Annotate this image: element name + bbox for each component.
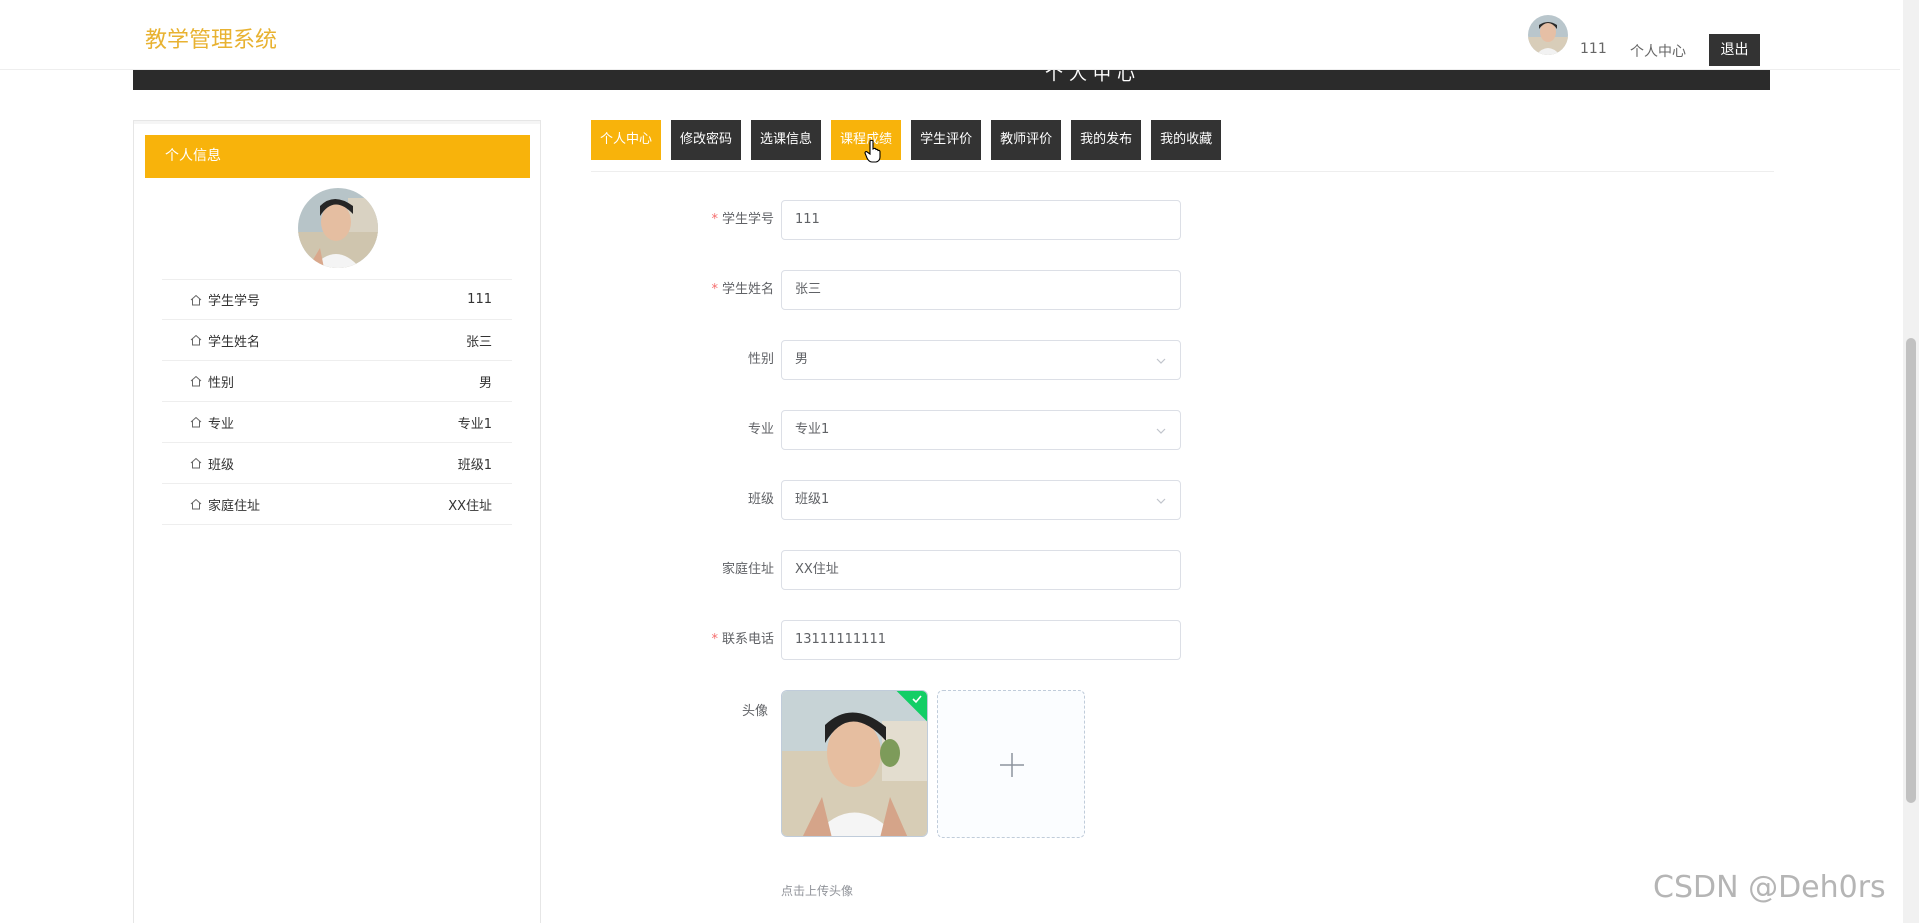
phone-label-text: 联系电话 (721, 632, 774, 647)
phone-input[interactable]: 13111111111 (781, 620, 1181, 660)
info-row-student-name: 学生姓名 张三 (162, 320, 512, 361)
sidebar-avatar (298, 188, 378, 268)
home-icon (190, 375, 202, 387)
profile-sidebar: 个人信息 学生学号 111 学生姓名 张三 性别 男 专业 专业1 班级 班级1… (133, 120, 541, 923)
student-id-label: * 学生学号 (711, 200, 774, 240)
header-username[interactable]: 111 (1580, 41, 1607, 57)
info-label: 班级 (208, 457, 235, 473)
home-icon (190, 416, 202, 428)
chevron-down-icon (1156, 358, 1166, 364)
required-mark: * (711, 632, 718, 647)
avatar-photo-icon (1528, 15, 1568, 55)
gender-select[interactable]: 男 (781, 340, 1181, 380)
info-value: 男 (478, 375, 492, 391)
form-row-class: 班级 班级1 (660, 480, 1182, 520)
student-id-input[interactable]: 111 (781, 200, 1181, 240)
form-row-student-id: * 学生学号 111 (660, 200, 1182, 240)
info-label: 学生学号 (208, 294, 261, 309)
uploaded-avatar-thumbnail[interactable] (781, 690, 928, 837)
info-label: 学生姓名 (208, 334, 261, 350)
class-label: 班级 (747, 492, 774, 507)
required-mark: * (711, 212, 718, 227)
student-id-label-text: 学生学号 (721, 212, 774, 227)
info-row-class: 班级 班级1 (162, 443, 512, 484)
student-name-input[interactable]: 张三 (781, 270, 1181, 310)
site-logo[interactable]: 教学管理系统 (145, 22, 277, 54)
page-banner: 个人中心 (133, 70, 1770, 90)
tab-personal-center[interactable]: 个人中心 (591, 120, 662, 160)
plus-icon (1000, 753, 1024, 777)
profile-info-list: 学生学号 111 学生姓名 张三 性别 男 专业 专业1 班级 班级1 家庭住址… (162, 279, 512, 525)
header-personal-center-link[interactable]: 个人中心 (1630, 41, 1686, 61)
avatar-photo-icon (782, 691, 927, 836)
student-name-label-text: 学生姓名 (721, 282, 774, 297)
top-header: 教学管理系统 111 个人中心 退出 (0, 0, 1900, 70)
form-row-student-name: * 学生姓名 张三 (660, 270, 1182, 310)
info-value: XX住址 (448, 498, 492, 514)
info-row-address: 家庭住址 XX住址 (162, 484, 512, 525)
gender-label: 性别 (747, 352, 774, 367)
student-name-label: * 学生姓名 (711, 270, 774, 310)
class-select[interactable]: 班级1 (781, 480, 1181, 520)
major-label: 专业 (747, 422, 774, 437)
required-mark: * (711, 282, 718, 297)
page-scrollbar[interactable] (1903, 0, 1919, 923)
major-select-value: 专业1 (795, 422, 830, 437)
tab-course-selection[interactable]: 选课信息 (751, 120, 822, 160)
info-row-major: 专业 专业1 (162, 402, 512, 443)
logout-button[interactable]: 退出 (1709, 34, 1760, 66)
watermark: CSDN @Deh0rs (1653, 870, 1886, 905)
gender-select-value: 男 (795, 352, 809, 367)
address-label: 家庭住址 (721, 562, 774, 577)
chevron-down-icon (1156, 498, 1166, 504)
tab-student-evaluation[interactable]: 学生评价 (911, 120, 982, 160)
info-label: 专业 (208, 416, 235, 432)
info-value: 111 (467, 292, 492, 307)
address-input[interactable]: XX住址 (781, 550, 1181, 590)
info-row-gender: 性别 男 (162, 361, 512, 402)
home-icon (190, 334, 202, 346)
form-row-avatar: 头像 (660, 690, 1260, 850)
class-select-value: 班级1 (795, 492, 830, 507)
scrollbar-thumb[interactable] (1906, 338, 1916, 803)
chevron-down-icon (1156, 428, 1166, 434)
avatar-upload-hint: 点击上传头像 (781, 884, 854, 898)
home-icon (190, 294, 202, 306)
sidebar-top-shade (134, 121, 540, 124)
tab-my-favorites[interactable]: 我的收藏 (1151, 120, 1222, 160)
tab-teacher-evaluation[interactable]: 教师评价 (991, 120, 1062, 160)
info-value: 班级1 (457, 457, 492, 473)
avatar-photo-icon (298, 188, 378, 268)
sidebar-title: 个人信息 (145, 135, 530, 178)
form-row-phone: * 联系电话 13111111111 (660, 620, 1182, 660)
form-row-address: 家庭住址 XX住址 (660, 550, 1182, 590)
tab-change-password[interactable]: 修改密码 (671, 120, 742, 160)
tab-my-posts[interactable]: 我的发布 (1071, 120, 1142, 160)
major-select[interactable]: 专业1 (781, 410, 1181, 450)
avatar-label: 头像 (742, 704, 769, 719)
hand-cursor-icon (864, 139, 881, 163)
info-label: 性别 (208, 375, 235, 391)
tabs-divider (591, 171, 1774, 172)
form-row-gender: 性别 男 (660, 340, 1182, 380)
phone-label: * 联系电话 (711, 620, 774, 660)
info-row-student-id: 学生学号 111 (162, 279, 512, 320)
banner-title: 个人中心 (1045, 70, 1141, 85)
check-icon (912, 695, 922, 704)
home-icon (190, 457, 202, 469)
info-value: 张三 (465, 334, 492, 350)
avatar-upload-button[interactable] (937, 690, 1085, 838)
profile-tabs: 个人中心 修改密码 选课信息 课程成绩 学生评价 教师评价 我的发布 我的收藏 (591, 120, 1222, 160)
header-avatar[interactable] (1528, 15, 1568, 55)
info-value: 专业1 (457, 416, 492, 432)
form-row-major: 专业 专业1 (660, 410, 1182, 450)
home-icon (190, 498, 202, 510)
info-label: 家庭住址 (208, 498, 261, 514)
